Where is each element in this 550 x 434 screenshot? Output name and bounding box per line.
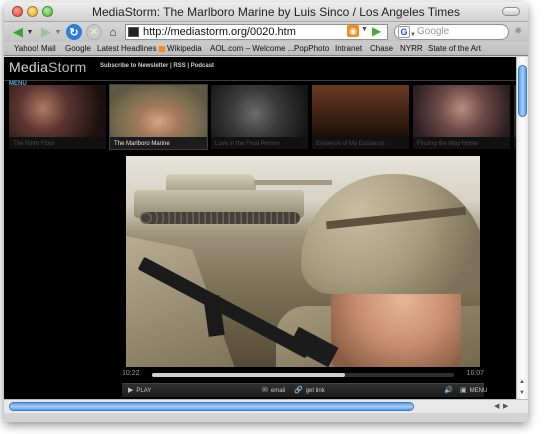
mediastorm-logo[interactable]: MediaStorm	[9, 59, 86, 75]
play-button[interactable]: ▶ PLAY	[128, 386, 151, 394]
playback-progress: 10:22 16:07	[122, 370, 484, 380]
browser-window: MediaStorm: The Marlboro Marine by Luis …	[4, 2, 528, 422]
tank-wheels	[140, 212, 300, 224]
player-controls: ▶ PLAY ✉ email 🔗 get link 🔊 ▣ MENU	[122, 383, 487, 397]
bookmarks-bar: Yahoo! Mail Google Latest Headlines Wiki…	[4, 42, 528, 56]
minimize-window-button[interactable]	[27, 6, 38, 17]
story-thumb-evidence-existence[interactable]: Evidence of My Existence	[312, 85, 409, 149]
bookmark-chase[interactable]: Chase	[370, 44, 393, 53]
zoom-window-button[interactable]	[42, 6, 53, 17]
story-thumb-label: The Marlboro Marine	[114, 141, 170, 147]
horizontal-scrollbar[interactable]: ◀ ▶	[4, 399, 528, 413]
bookmark-google[interactable]: Google	[65, 44, 91, 53]
story-thumb-label: The Ninth Floor	[13, 141, 55, 147]
bookmark-yahoo-mail[interactable]: Yahoo! Mail	[14, 44, 56, 53]
bookmark-latest-headlines-label: Latest Headlines	[97, 44, 157, 53]
site-header: MediaStorm Subscribe to Newsletter | RSS…	[4, 57, 516, 79]
activity-spinner-icon: ✹	[514, 26, 523, 37]
seek-bar[interactable]	[152, 373, 454, 377]
story-thumb-image	[312, 85, 409, 137]
search-placeholder: Google	[417, 26, 450, 37]
search-engine-dropdown-icon[interactable]: ▼	[410, 28, 416, 42]
rss-feed-icon	[158, 45, 165, 52]
scroll-up-arrow-icon[interactable]: ▲	[519, 379, 525, 385]
story-thumb-image	[110, 85, 207, 137]
player-menu-button[interactable]: ▣ MENU	[460, 386, 487, 394]
story-thumb-label: Finding the Way Home	[417, 141, 478, 147]
scroll-right-arrow-icon[interactable]: ▶	[503, 402, 508, 410]
speaker-icon: 🔊	[444, 387, 453, 394]
address-history-dropdown-icon[interactable]: ▼	[361, 26, 368, 33]
vertical-scroll-thumb[interactable]	[518, 65, 527, 117]
bookmark-wikipedia[interactable]: Wikipedia	[167, 44, 202, 53]
search-input[interactable]: G ▼ Google	[394, 24, 509, 40]
scroll-down-arrow-icon[interactable]: ▼	[519, 390, 525, 396]
link-icon: 🔗	[294, 387, 303, 394]
bookmark-intranet[interactable]: Intranet	[335, 44, 362, 53]
rss-feed-icon[interactable]: ◉	[347, 25, 359, 37]
play-label: PLAY	[136, 388, 152, 394]
seek-bar-played	[152, 373, 346, 377]
address-bar-url: http://mediastorm.org/0020.htm	[143, 26, 296, 38]
tank-gun	[254, 180, 332, 185]
logo-media: Media	[9, 59, 49, 75]
bookmark-state-of-the-art[interactable]: State of the Art	[428, 44, 481, 53]
video-frame[interactable]	[126, 156, 480, 367]
menu-icon: ▣	[460, 387, 467, 394]
email-button[interactable]: ✉ email	[262, 386, 285, 394]
browser-toolbar: ◀ ▼ ▶ ▼ ↻ ✕ ⌂ http://mediastorm.org/0020…	[4, 22, 528, 42]
story-thumb-ninth-floor[interactable]: The Ninth Floor	[9, 85, 106, 149]
status-bar	[4, 413, 528, 422]
window-title: MediaStorm: The Marlboro Marine by Luis …	[92, 5, 460, 19]
story-thumb-image	[413, 85, 510, 137]
home-icon[interactable]: ⌂	[105, 24, 121, 40]
envelope-icon: ✉	[262, 387, 268, 394]
bookmark-popphoto[interactable]: PopPhoto	[294, 44, 329, 53]
story-thumb-marlboro-marine[interactable]: The Marlboro Marine	[109, 84, 208, 150]
forward-arrow-icon[interactable]: ▶	[38, 24, 54, 40]
story-thumb-label: Love in the Final Person	[215, 141, 280, 147]
search-engine-icon[interactable]: G	[398, 26, 410, 38]
story-thumb-label: Evidence of My Existence	[316, 141, 385, 147]
bookmark-nyrr[interactable]: NYRR	[400, 44, 423, 53]
story-thumb-image	[9, 85, 106, 137]
forward-history-dropdown-icon[interactable]: ▼	[54, 24, 62, 40]
current-time: 10:22	[122, 370, 140, 377]
close-window-button[interactable]	[12, 6, 23, 17]
story-thumb-finding-way-home[interactable]: Finding the Way Home	[413, 85, 510, 149]
play-icon: ▶	[128, 387, 134, 394]
back-arrow-icon[interactable]: ◀	[10, 24, 26, 40]
title-bar: MediaStorm: The Marlboro Marine by Luis …	[4, 2, 528, 22]
header-links[interactable]: Subscribe to Newsletter | RSS | Podcast	[100, 63, 214, 69]
story-thumb-love-final-person[interactable]: Love in the Final Person	[211, 85, 308, 149]
vertical-scrollbar[interactable]: ▲ ▼	[516, 57, 528, 399]
story-thumbnails: The Ninth Floor The Marlboro Marine Love…	[9, 84, 516, 151]
page-content: MediaStorm Subscribe to Newsletter | RSS…	[4, 57, 516, 399]
bookmark-latest-headlines[interactable]: Latest Headlines	[97, 44, 165, 53]
email-label: email	[270, 388, 286, 394]
stop-icon[interactable]: ✕	[86, 24, 102, 40]
site-favicon-icon	[128, 27, 139, 37]
logo-storm: Storm	[48, 59, 87, 75]
reload-icon[interactable]: ↻	[66, 24, 82, 40]
volume-button[interactable]: 🔊	[444, 386, 456, 394]
bookmark-aol[interactable]: AOL.com – Welcome ...	[210, 44, 294, 53]
player-menu-label: MENU	[469, 388, 488, 394]
total-time: 16:07	[466, 370, 484, 377]
go-arrow-icon[interactable]: ▶	[372, 24, 381, 38]
story-thumb-image	[211, 85, 308, 137]
back-history-dropdown-icon[interactable]: ▼	[26, 24, 34, 40]
horizontal-scroll-thumb[interactable]	[9, 402, 414, 411]
get-link-label: get link	[305, 388, 325, 394]
get-link-button[interactable]: 🔗 get link	[294, 386, 325, 394]
scroll-left-arrow-icon[interactable]: ◀	[494, 402, 499, 410]
toolbar-toggle-button[interactable]	[502, 7, 520, 16]
